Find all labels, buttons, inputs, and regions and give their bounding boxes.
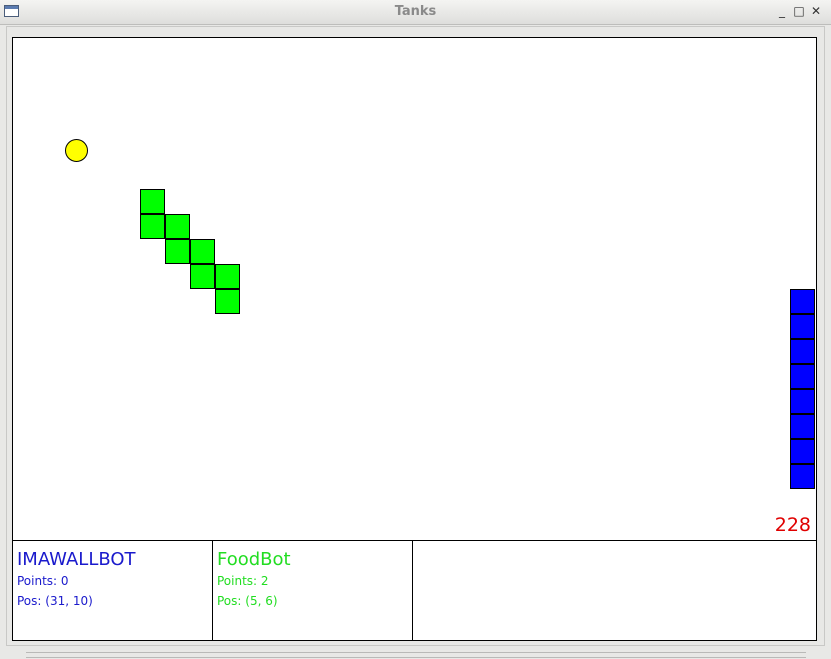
bot-segment: [165, 239, 190, 264]
bot-segment: [790, 464, 815, 489]
window-title: Tanks: [394, 4, 437, 19]
bot-segment: [790, 414, 815, 439]
bot-segment: [790, 339, 815, 364]
bot-segment: [790, 439, 815, 464]
bot-panel-foodbot: FoodBot Points: 2 Pos: (5, 6): [213, 541, 413, 641]
window-titlebar: Tanks _ □ ✕: [0, 0, 831, 25]
minimize-button[interactable]: _: [775, 4, 789, 18]
bot-points: Points: 2: [217, 574, 269, 588]
bot-segment: [190, 239, 215, 264]
close-button[interactable]: ✕: [809, 4, 823, 18]
window-bottom-edge: [26, 652, 806, 658]
bot-points: Points: 0: [17, 574, 69, 588]
game-canvas: 228 IMAWALLBOT Points: 0 Pos: (31, 10) F…: [12, 37, 817, 641]
bot-position: Pos: (5, 6): [217, 594, 278, 608]
bot-segment: [215, 264, 240, 289]
bot-panel-imawallbot: IMAWALLBOT Points: 0 Pos: (31, 10): [13, 541, 213, 641]
bot-segment: [140, 214, 165, 239]
bot-panel-empty: [413, 541, 816, 641]
game-board: 228: [13, 38, 816, 540]
bot-segment: [790, 364, 815, 389]
bot-segment: [790, 314, 815, 339]
bot-segment: [140, 189, 165, 214]
score-panels: IMAWALLBOT Points: 0 Pos: (31, 10) FoodB…: [13, 540, 816, 641]
food-pellet: [65, 139, 88, 162]
bot-segment: [165, 214, 190, 239]
bot-name: IMAWALLBOT: [17, 549, 136, 570]
bot-name: FoodBot: [217, 549, 291, 570]
bot-segment: [190, 264, 215, 289]
bot-segment: [790, 289, 815, 314]
bot-segment: [790, 389, 815, 414]
bot-segment: [215, 289, 240, 314]
bot-position: Pos: (31, 10): [17, 594, 93, 608]
tick-counter: 228: [774, 514, 811, 536]
maximize-button[interactable]: □: [792, 4, 806, 18]
